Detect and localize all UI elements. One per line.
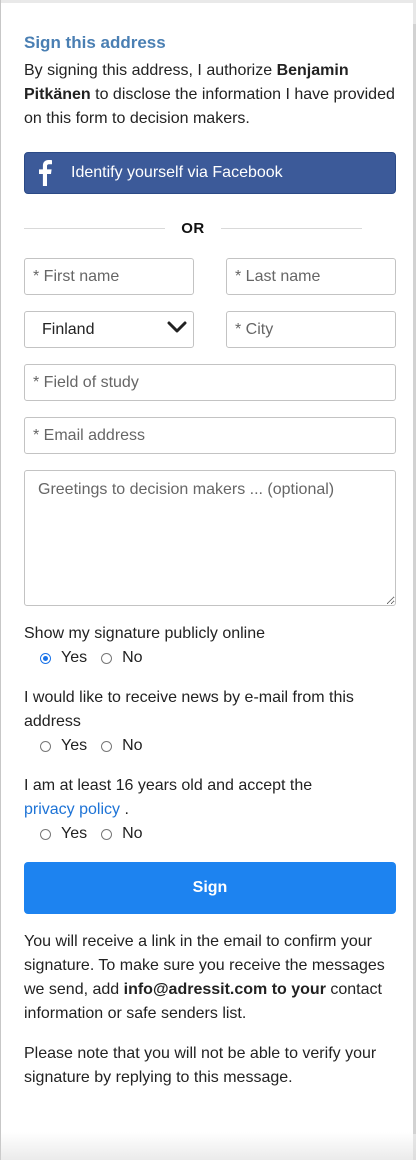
show-signature-radios: Yes No: [40, 646, 396, 670]
first-name-input[interactable]: [33, 267, 185, 286]
facebook-f-icon: [29, 160, 61, 186]
section-title: Sign this address: [24, 33, 166, 52]
radio-unselected-icon[interactable]: [101, 740, 113, 752]
facebook-button-label: Identify yourself via Facebook: [71, 164, 283, 181]
field-of-study-field[interactable]: [24, 364, 396, 401]
first-name-field[interactable]: [24, 258, 194, 295]
news-no[interactable]: No: [101, 737, 143, 755]
radio-selected-icon[interactable]: [40, 652, 51, 664]
divider-line-left: [24, 227, 165, 229]
age-yes[interactable]: Yes: [40, 825, 87, 843]
radio-yes-label: Yes: [61, 825, 88, 842]
radio-unselected-icon[interactable]: [40, 828, 51, 840]
email-input[interactable]: [33, 426, 387, 445]
intro-prefix: By signing this address, I authorize: [24, 62, 277, 79]
radio-no-label: No: [122, 737, 143, 754]
last-name-field[interactable]: [226, 258, 396, 295]
privacy-policy-link[interactable]: privacy policy: [24, 801, 120, 818]
age-label: I am at least 16 years old and accept th…: [24, 774, 396, 822]
email-field[interactable]: [24, 417, 396, 454]
radio-yes-label: Yes: [61, 737, 88, 754]
last-name-input[interactable]: [235, 267, 387, 286]
country-select[interactable]: Finland: [24, 311, 194, 348]
radio-no-label: No: [122, 649, 143, 666]
city-field[interactable]: [226, 311, 396, 348]
sign-form: Sign this address By signing this addres…: [24, 32, 396, 1090]
confirm-email: info@adressit.com to your: [123, 981, 326, 998]
country-selected-value: Finland: [42, 320, 95, 338]
radio-unselected-icon[interactable]: [101, 652, 113, 664]
radio-yes-label: Yes: [61, 649, 88, 666]
show-signature-no[interactable]: No: [101, 649, 143, 667]
sign-button[interactable]: Sign: [24, 862, 396, 914]
news-radios: Yes No: [40, 734, 396, 758]
authorization-text: By signing this address, I authorize Ben…: [24, 59, 396, 131]
age-no[interactable]: No: [101, 825, 143, 843]
show-signature-label: Show my signature publicly online: [24, 625, 266, 642]
radio-unselected-icon[interactable]: [40, 740, 51, 752]
greetings-textarea[interactable]: [24, 470, 396, 606]
age-label-suffix: .: [120, 801, 129, 818]
or-label: OR: [181, 219, 205, 237]
confirmation-note: You will receive a link in the email to …: [24, 930, 396, 1026]
age-question: I am at least 16 years old and accept th…: [24, 774, 396, 846]
or-divider: OR: [24, 216, 396, 240]
radio-no-label: No: [122, 825, 143, 842]
facebook-identify-button[interactable]: Identify yourself via Facebook: [24, 152, 396, 194]
news-yes[interactable]: Yes: [40, 737, 87, 755]
window-top-edge: [0, 0, 416, 3]
field-of-study-input[interactable]: [33, 373, 387, 392]
divider-line-right: [221, 227, 362, 229]
city-input[interactable]: [235, 320, 387, 339]
radio-unselected-icon[interactable]: [101, 828, 113, 840]
news-question: I would like to receive news by e-mail f…: [24, 686, 396, 758]
news-label: I would like to receive news by e-mail f…: [24, 689, 354, 730]
chevron-down-icon: [167, 320, 187, 339]
age-radios: Yes No: [40, 822, 396, 846]
show-signature-question: Show my signature publicly online Yes No: [24, 622, 396, 670]
age-label-text: I am at least 16 years old and accept th…: [24, 777, 313, 794]
window-left-edge: [0, 0, 1, 1160]
bottom-fade: [0, 1132, 416, 1160]
reply-note: Please note that you will not be able to…: [24, 1045, 377, 1086]
show-signature-yes[interactable]: Yes: [40, 649, 87, 667]
